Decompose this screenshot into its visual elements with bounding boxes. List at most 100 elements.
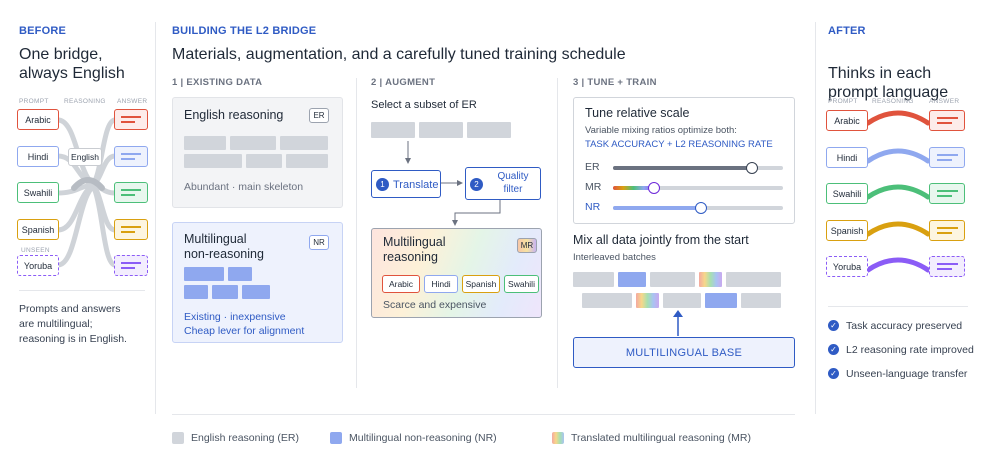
batch-nr bbox=[618, 272, 646, 287]
divider-s2-s3 bbox=[557, 78, 558, 388]
result-unseen-transfer: Unseen-language transfer bbox=[846, 368, 968, 380]
er-card: English reasoning ER Abundant · main ske… bbox=[172, 97, 343, 208]
batch-er bbox=[741, 293, 781, 308]
after-prompt-arabic: Arabic bbox=[826, 110, 868, 131]
nr-card-title-line2: non-reasoning bbox=[184, 247, 264, 261]
multilingual-base: MULTILINGUAL BASE bbox=[573, 337, 795, 368]
after-title-line1: Thinks in each bbox=[828, 65, 932, 82]
er-block bbox=[246, 154, 282, 168]
batch-er bbox=[650, 272, 695, 287]
er-block bbox=[184, 154, 242, 168]
legend-er-swatch bbox=[172, 432, 184, 444]
slider-er-fill bbox=[613, 166, 753, 170]
mr-card: Multilingual reasoning MR Arabic Hindi S… bbox=[371, 228, 542, 318]
tune-subtitle: Variable mixing ratios optimize both: bbox=[585, 125, 737, 136]
before-answer-yoruba bbox=[114, 255, 148, 276]
slider-nr-thumb[interactable] bbox=[695, 202, 708, 214]
nr-caption1: Existing · inexpensive bbox=[184, 311, 286, 323]
after-bridges bbox=[865, 110, 931, 273]
divider-middle-after bbox=[815, 22, 816, 414]
mr-lang-hindi: Hindi bbox=[424, 275, 458, 293]
er-block bbox=[286, 154, 328, 168]
check-icon: ✓ bbox=[828, 344, 839, 355]
s1-title: 1 | EXISTING DATA bbox=[172, 77, 263, 88]
mr-lang-swahili: Swahili bbox=[504, 275, 539, 293]
er-caption: Abundant · main skeleton bbox=[184, 181, 304, 193]
before-prompt-swahili: Swahili bbox=[17, 182, 59, 203]
legend-divider bbox=[172, 414, 795, 415]
tune-title: Tune relative scale bbox=[585, 106, 690, 120]
slider-mr-track[interactable] bbox=[613, 182, 783, 194]
mr-lang-spanish: Spanish bbox=[462, 275, 500, 293]
after-kicker: AFTER bbox=[828, 25, 866, 37]
slider-er-thumb[interactable] bbox=[746, 162, 759, 174]
before-bridge-english-label: English bbox=[68, 148, 102, 166]
before-answer-swahili bbox=[114, 182, 148, 203]
middle-kicker: BUILDING THE L2 BRIDGE bbox=[172, 25, 317, 37]
s2-select-label: Select a subset of ER bbox=[371, 99, 477, 111]
after-answer-swahili bbox=[929, 183, 965, 204]
after-divider bbox=[828, 306, 968, 307]
slider-mr-thumb[interactable] bbox=[647, 182, 660, 194]
check-icon: ✓ bbox=[828, 368, 839, 379]
step2-label-line1: Quality bbox=[497, 171, 529, 182]
before-divider bbox=[19, 290, 145, 291]
batch-er bbox=[726, 272, 781, 287]
slider-mr-label: MR bbox=[585, 181, 602, 193]
batch-er bbox=[582, 293, 632, 308]
mix-subtitle: Interleaved batches bbox=[573, 252, 656, 263]
slider-nr-track[interactable] bbox=[613, 202, 783, 214]
nr-badge: NR bbox=[309, 235, 329, 250]
after-answer-yoruba bbox=[929, 256, 965, 277]
legend-mr-label: Translated multilingual reasoning (MR) bbox=[571, 432, 751, 444]
nr-block bbox=[184, 285, 208, 299]
nr-caption2: Cheap lever for alignment bbox=[184, 325, 305, 337]
before-desc-line1: Prompts and answers bbox=[19, 303, 121, 315]
check-icon: ✓ bbox=[828, 320, 839, 331]
after-answer-hindi bbox=[929, 147, 965, 168]
mr-card-title-line2: reasoning bbox=[383, 250, 438, 264]
before-prompt-yoruba: Yoruba bbox=[17, 255, 59, 276]
step1-number: 1 bbox=[376, 178, 389, 191]
after-col-prompt: PROMPT bbox=[828, 98, 858, 105]
step2-label-line2: filter bbox=[503, 184, 523, 195]
batch-er bbox=[573, 272, 614, 287]
result-task-accuracy: Task accuracy preserved bbox=[846, 320, 963, 332]
divider-before-middle bbox=[155, 22, 156, 414]
quality-filter-step: 2 Quality filter bbox=[465, 167, 541, 200]
s2-title: 2 | AUGMENT bbox=[371, 77, 436, 88]
nr-block bbox=[212, 285, 238, 299]
slider-nr-label: NR bbox=[585, 201, 601, 213]
translate-step: 1 Translate bbox=[371, 170, 441, 198]
after-answer-arabic bbox=[929, 110, 965, 131]
before-unseen-label: UNSEEN bbox=[21, 247, 50, 254]
slider-nr-fill bbox=[613, 206, 702, 210]
tune-target: TASK ACCURACY + L2 REASONING RATE bbox=[585, 139, 773, 150]
mr-caption: Scarce and expensive bbox=[383, 299, 487, 311]
er-card-title: English reasoning bbox=[184, 108, 284, 122]
after-prompt-swahili: Swahili bbox=[826, 183, 868, 204]
mr-badge: MR bbox=[517, 238, 537, 253]
after-prompt-hindi: Hindi bbox=[826, 147, 868, 168]
mr-lang-arabic: Arabic bbox=[382, 275, 420, 293]
legend-mr-swatch bbox=[552, 432, 564, 444]
s3-title: 3 | TUNE + TRAIN bbox=[573, 77, 657, 88]
legend-nr-label: Multilingual non-reasoning (NR) bbox=[349, 432, 497, 444]
legend-er-label: English reasoning (ER) bbox=[191, 432, 299, 444]
nr-card-title-line1: Multilingual bbox=[184, 232, 247, 246]
nr-block bbox=[242, 285, 270, 299]
er-block bbox=[230, 136, 276, 150]
after-col-reasoning: REASONING bbox=[872, 98, 914, 105]
er-badge: ER bbox=[309, 108, 329, 123]
mix-title: Mix all data jointly from the start bbox=[573, 233, 749, 247]
legend-nr-swatch bbox=[330, 432, 342, 444]
before-prompt-hindi: Hindi bbox=[17, 146, 59, 167]
after-answer-spanish bbox=[929, 220, 965, 241]
after-prompt-yoruba: Yoruba bbox=[826, 256, 868, 277]
before-desc-line2: are multilingual; bbox=[19, 318, 93, 330]
before-answer-spanish bbox=[114, 219, 148, 240]
slider-er-track[interactable] bbox=[613, 162, 783, 174]
slider-er-label: ER bbox=[585, 161, 600, 173]
before-prompt-arabic: Arabic bbox=[17, 109, 59, 130]
after-col-answer: ANSWER bbox=[929, 98, 960, 105]
